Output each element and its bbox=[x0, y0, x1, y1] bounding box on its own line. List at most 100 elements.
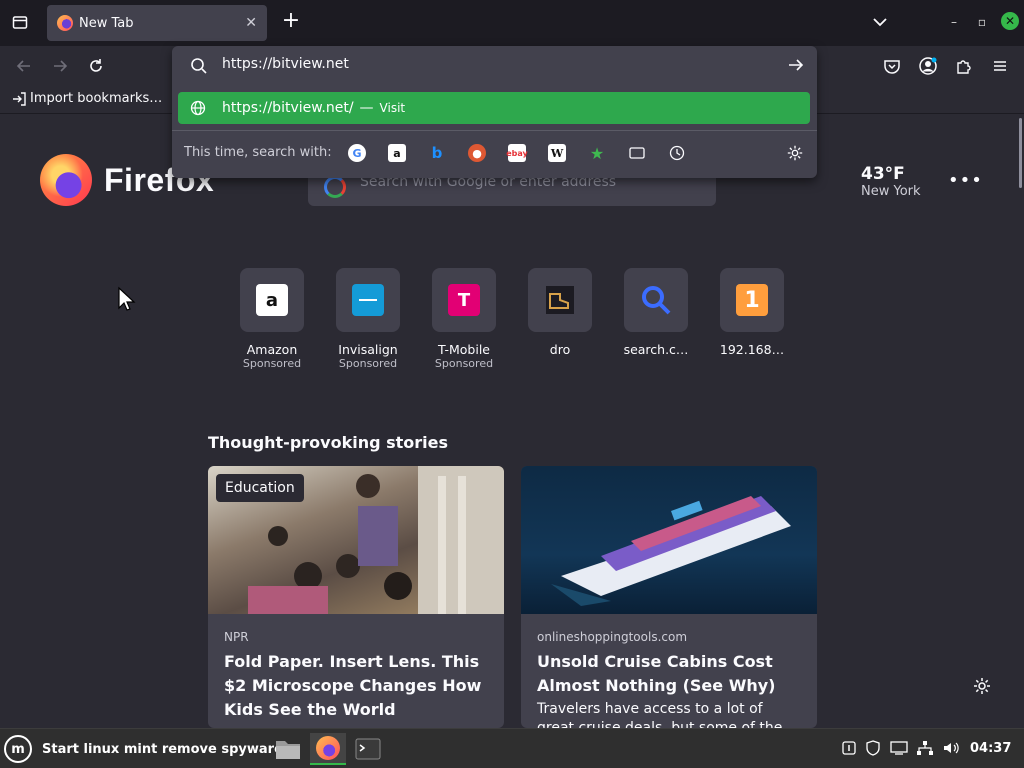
close-window-button[interactable]: ✕ bbox=[1001, 12, 1019, 30]
network-icon[interactable] bbox=[916, 739, 934, 757]
terminal-icon bbox=[355, 738, 381, 760]
tile-icon-box: 1 bbox=[720, 268, 784, 332]
top-site-tile[interactable]: T T-Mobile Sponsored bbox=[424, 268, 504, 370]
ebay-icon[interactable]: ebay bbox=[506, 144, 528, 162]
story-headline: Fold Paper. Insert Lens. This $2 Microsc… bbox=[224, 652, 482, 719]
tile-icon-box bbox=[336, 268, 400, 332]
top-site-tile[interactable]: dro bbox=[520, 268, 600, 357]
import-bookmarks-button[interactable]: Import bookmarks… bbox=[12, 91, 162, 106]
urlbar bbox=[172, 46, 817, 86]
tabs-icon[interactable] bbox=[628, 144, 646, 162]
reload-button[interactable] bbox=[84, 54, 108, 78]
reload-icon bbox=[90, 59, 102, 72]
story-source: NPR bbox=[224, 630, 249, 644]
story-card[interactable]: Education NPR Fold Paper. Insert Lens. T… bbox=[208, 466, 504, 728]
story-headline: Unsold Cruise Cabins Cost Almost Nothing… bbox=[537, 652, 776, 695]
close-tab-icon[interactable]: ✕ bbox=[245, 15, 257, 31]
url-suggestion-row[interactable]: https://bitview.net/ — Visit bbox=[178, 92, 810, 124]
invisalign-mark bbox=[359, 299, 377, 301]
tile-glyph: T bbox=[457, 289, 471, 311]
invisalign-icon bbox=[352, 284, 384, 316]
story-image bbox=[521, 466, 817, 614]
arrow-right-icon bbox=[54, 60, 68, 72]
weather-menu-button[interactable]: ••• bbox=[948, 170, 983, 191]
tile-icon-box: a bbox=[240, 268, 304, 332]
files-app-button[interactable] bbox=[270, 733, 306, 765]
new-tab-button[interactable]: + bbox=[278, 9, 304, 35]
suggestion-separator: — bbox=[359, 100, 374, 116]
story-excerpt: Travelers have access to a lot of great … bbox=[537, 701, 783, 728]
forward-button[interactable] bbox=[48, 54, 72, 78]
urlbar-dropdown: https://bitview.net/ — Visit This time, … bbox=[172, 46, 817, 178]
google-icon[interactable]: G bbox=[348, 144, 366, 162]
scrollbar-thumb[interactable] bbox=[1019, 118, 1022, 188]
google-icon bbox=[324, 176, 346, 198]
account-button[interactable] bbox=[916, 54, 940, 78]
arrow-left-icon bbox=[16, 60, 30, 72]
wikipedia-icon[interactable]: W bbox=[548, 144, 566, 162]
tile-glyph: 1 bbox=[744, 287, 760, 313]
firefox-app-button[interactable] bbox=[310, 733, 346, 765]
tile-icon-box bbox=[624, 268, 688, 332]
story-image: Education bbox=[208, 466, 504, 614]
personalize-button[interactable] bbox=[972, 676, 992, 700]
top-site-tile[interactable]: a Amazon Sponsored bbox=[232, 268, 312, 370]
shield-icon[interactable] bbox=[864, 739, 882, 757]
tab-new-tab[interactable]: New Tab ✕ bbox=[47, 5, 267, 41]
bing-icon[interactable]: b bbox=[428, 144, 446, 162]
gear-icon bbox=[787, 145, 803, 161]
terminal-app-button[interactable] bbox=[350, 733, 386, 765]
top-site-tile[interactable]: Invisalign Sponsored bbox=[328, 268, 408, 370]
url-input[interactable] bbox=[222, 56, 762, 72]
story-source: onlineshoppingtools.com bbox=[537, 630, 688, 644]
minimize-button[interactable]: – bbox=[944, 12, 964, 32]
magnifier-icon bbox=[642, 286, 671, 315]
taskbar: m Start linux mint remove spyware 04:37 bbox=[0, 728, 1024, 768]
start-menu-label: Start linux mint remove spyware bbox=[42, 741, 283, 757]
top-site-tile[interactable]: 1 192.168… bbox=[712, 268, 792, 357]
tab-title: New Tab bbox=[79, 15, 134, 31]
clock[interactable]: 04:37 bbox=[970, 741, 1011, 756]
weather-temperature: 43°F bbox=[861, 164, 905, 184]
back-button[interactable] bbox=[12, 54, 36, 78]
firefox-icon bbox=[316, 736, 340, 760]
history-clock-icon[interactable] bbox=[668, 144, 686, 162]
mouse-cursor-icon bbox=[117, 286, 137, 316]
weather-city: New York bbox=[861, 184, 921, 199]
tile-sponsored: Sponsored bbox=[434, 357, 494, 370]
tile-label: dro bbox=[549, 342, 571, 357]
puzzle-icon bbox=[957, 60, 971, 74]
search-settings-button[interactable] bbox=[786, 144, 804, 166]
gear-icon bbox=[974, 678, 990, 694]
pocket-button[interactable] bbox=[880, 54, 904, 78]
tmobile-icon: T bbox=[448, 284, 480, 316]
tab-strip: New Tab ✕ + – ▫ ✕ bbox=[0, 0, 1024, 46]
display-icon[interactable] bbox=[890, 739, 908, 757]
amazon-icon[interactable]: a bbox=[388, 144, 406, 162]
story-card[interactable]: onlineshoppingtools.com Unsold Cruise Ca… bbox=[521, 466, 817, 728]
update-manager-icon[interactable] bbox=[840, 739, 858, 757]
volume-icon[interactable] bbox=[942, 739, 960, 757]
maximize-button[interactable]: ▫ bbox=[972, 12, 992, 32]
tile-sponsored: Sponsored bbox=[242, 357, 302, 370]
go-arrow-icon[interactable] bbox=[787, 56, 805, 74]
top-site-tile[interactable]: search.c… bbox=[616, 268, 696, 357]
extensions-button[interactable] bbox=[952, 54, 976, 78]
suggestion-url: https://bitview.net/ bbox=[222, 100, 354, 116]
number-one-icon: 1 bbox=[736, 284, 768, 316]
chevron-down-icon bbox=[873, 18, 887, 27]
bookmarks-star-icon[interactable]: ★ bbox=[588, 144, 606, 163]
firefox-icon bbox=[40, 154, 92, 206]
firefox-view-button[interactable] bbox=[6, 8, 34, 36]
weather-widget[interactable]: 43°F New York bbox=[861, 164, 921, 199]
tile-label: Invisalign bbox=[338, 342, 398, 357]
start-menu-button[interactable]: m Start linux mint remove spyware bbox=[4, 734, 283, 764]
linux-mint-icon: m bbox=[4, 735, 32, 763]
firefox-view-icon bbox=[12, 16, 28, 29]
duckduckgo-icon[interactable]: ● bbox=[468, 144, 486, 162]
app-menu-button[interactable] bbox=[988, 54, 1012, 78]
divider bbox=[172, 130, 817, 131]
list-all-tabs-button[interactable] bbox=[868, 10, 892, 34]
search-with-label: This time, search with: bbox=[184, 144, 332, 160]
import-icon bbox=[13, 91, 26, 106]
